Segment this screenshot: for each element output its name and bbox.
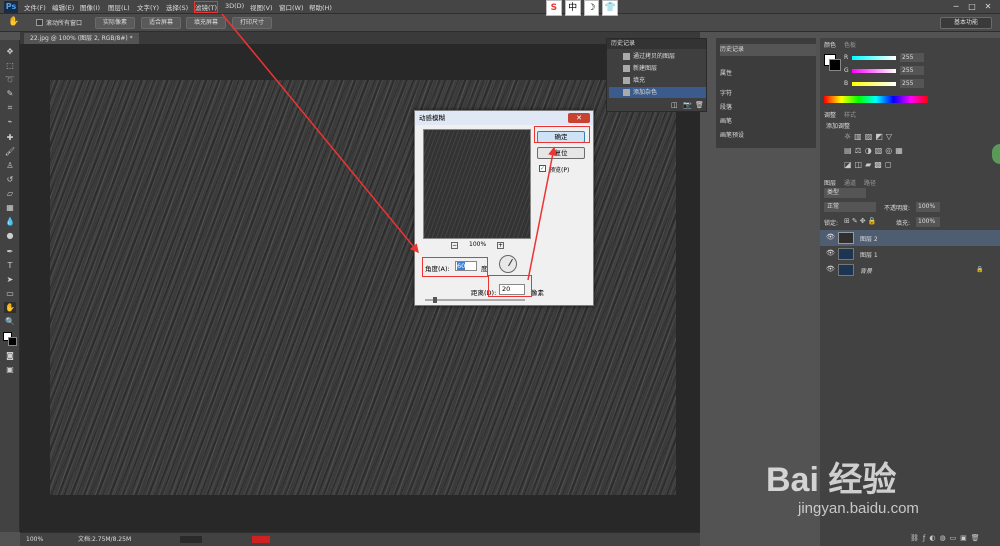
arrow-filter-to-angle [221, 13, 419, 254]
watermark-url: jingyan.baidu.com [798, 500, 919, 517]
arrow-distance-to-ok [527, 146, 557, 281]
watermark-logo: Bai 经验 [766, 461, 897, 499]
